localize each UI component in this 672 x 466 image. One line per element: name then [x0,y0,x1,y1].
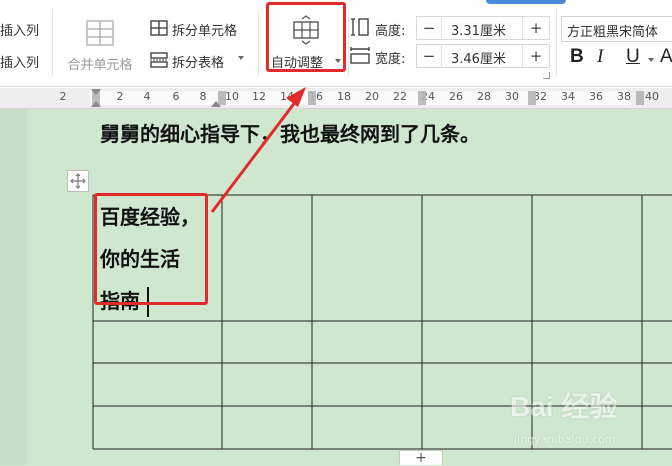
width-spinner: − 3.46厘米 + [416,44,550,68]
add-row-button[interactable]: + [399,450,443,465]
ruler-column-marker[interactable] [308,91,316,105]
active-tab-indicator [486,0,566,4]
split-cells-icon [150,20,168,40]
height-control: 高度: − 3.31厘米 + [350,16,555,40]
ruler-tick-label: 28 [477,90,491,103]
ruler-tick-label: 26 [449,90,463,103]
width-input[interactable]: 3.46厘米 [451,48,506,67]
highlight-box [94,193,208,305]
table-move-handle-icon[interactable] [67,170,89,192]
font-name-value: 方正粗黑宋简体 [567,25,659,40]
width-decrease-button[interactable]: − [417,45,442,67]
ruler-tick-label: 12 [252,90,266,103]
ruler-tick-label: 2 [59,90,67,103]
ruler-tick-label: 30 [505,90,519,103]
italic-button[interactable]: I [597,46,603,68]
right-indent-icon[interactable] [211,101,221,107]
height-input[interactable]: 3.31厘米 [451,20,506,39]
merge-cells-button[interactable]: 合并单元格 [60,16,140,76]
ruler-tick-label: 38 [617,90,631,103]
ruler-active-area [90,91,630,105]
split-table-button[interactable]: 拆分表格 [150,50,260,72]
column-width-icon [350,46,370,68]
auto-adjust-label: 自动调整 [271,56,324,71]
font-name-select[interactable]: 方正粗黑宋简体 [561,16,672,42]
auto-adjust-dropdown-icon [335,59,341,63]
ruler-column-marker[interactable] [636,91,644,105]
ruler-column-marker[interactable] [528,91,536,105]
insert-column-left-button[interactable]: 插入列 [0,20,39,39]
ribbon-divider [0,86,672,87]
split-table-dropdown-icon [238,56,244,60]
auto-fit-table-icon [293,15,319,49]
watermark-logo: Bai 经验 [510,391,618,422]
ruler-tick-label: 8 [199,90,207,103]
ruler-column-marker[interactable] [418,91,426,105]
cell-size-launcher-icon[interactable] [543,72,550,79]
ruler-tick-label: 36 [589,90,603,103]
document-paragraph[interactable]: 舅舅的细心指导下，我也最终网到了几条。 [100,118,480,147]
underline-button[interactable]: U [626,46,640,68]
split-table-label: 拆分表格 [172,56,225,71]
ruler-tick-label: 40 [645,90,659,103]
merge-cells-icon [86,20,114,50]
ribbon-separator [556,10,557,76]
insert-column-right-button[interactable]: 插入列 [0,52,39,71]
hanging-indent-icon[interactable] [91,101,101,107]
height-label: 高度: [375,24,406,39]
watermark: Bai 经验 jingyan.baidu.com [510,385,660,455]
split-cells-button[interactable]: 拆分单元格 [150,18,260,40]
row-height-icon [350,18,370,40]
merge-cells-label: 合并单元格 [67,58,133,73]
ruler-tick-label: 4 [143,90,151,103]
height-spinner: − 3.31厘米 + [416,16,550,40]
split-table-icon [150,52,168,72]
bold-button[interactable]: B [570,46,584,68]
width-increase-button[interactable]: + [522,45,549,67]
ruler-tick-label: 14 [280,90,294,103]
ribbon-separator [52,10,53,76]
ruler-tick-label: 34 [561,90,575,103]
horizontal-ruler[interactable]: 2 2 4 6 8 10 12 14 16 18 20 22 24 26 28 30 32 34 36 38 40 [0,88,672,109]
ruler-tick-label: 22 [393,90,407,103]
ruler-tick-label: 2 [116,90,124,103]
ribbon-separator [348,10,349,76]
ruler-tick-label: 18 [337,90,351,103]
first-line-indent-icon[interactable] [91,89,101,95]
ruler-tick-label: 20 [365,90,379,103]
font-color-button[interactable]: A [660,46,672,68]
split-cells-label: 拆分单元格 [172,24,238,39]
page-margin-area [0,109,27,465]
height-increase-button[interactable]: + [522,17,549,39]
width-control: 宽度: − 3.46厘米 + [350,44,555,68]
width-label: 宽度: [375,52,406,67]
watermark-url: jingyan.baidu.com [514,433,616,446]
ribbon-separator [258,10,259,76]
height-decrease-button[interactable]: − [417,17,442,39]
underline-dropdown-icon[interactable] [648,58,654,62]
ruler-tick-label: 10 [225,90,239,103]
auto-adjust-button[interactable]: 自动调整 [266,2,346,72]
ruler-tick-label: 6 [172,90,180,103]
